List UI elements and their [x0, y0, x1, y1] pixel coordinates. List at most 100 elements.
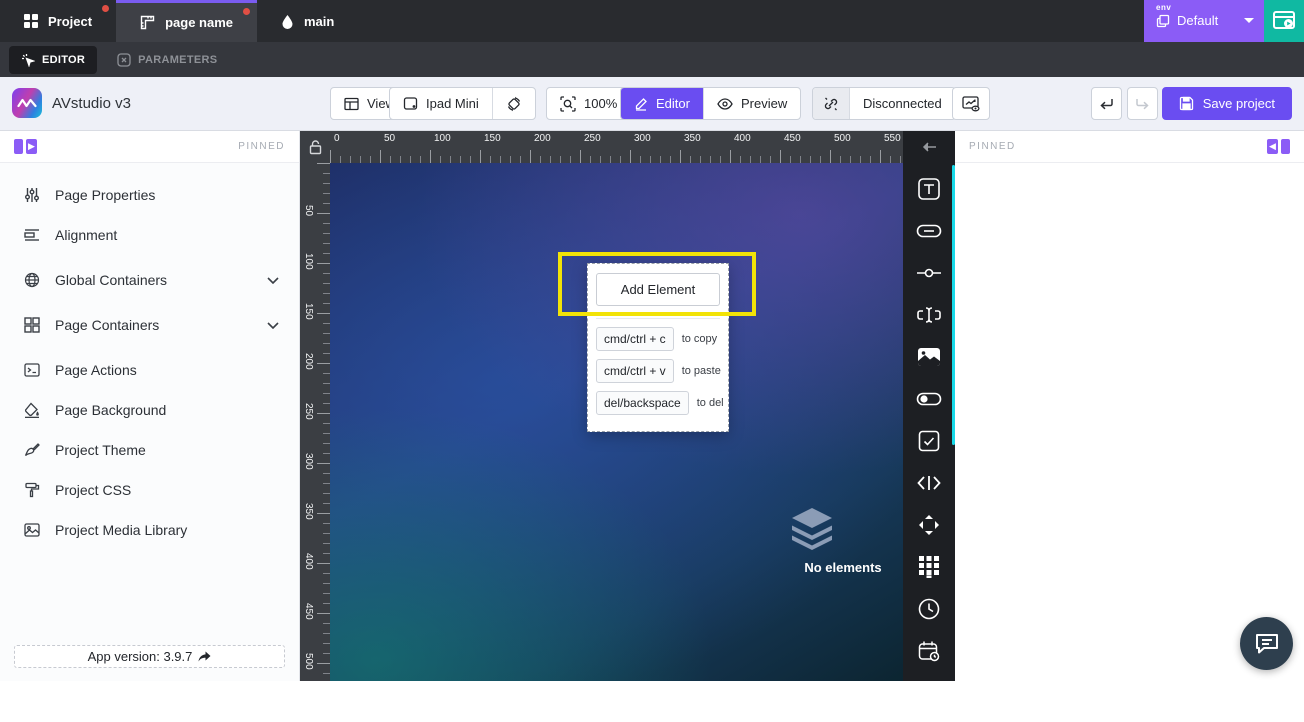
ruler-label: 550: [884, 133, 901, 144]
layers-icon: [787, 508, 837, 550]
ruler-lock-button[interactable]: [300, 131, 330, 163]
left-sidebar: ▶ PINNED Page Properties Alignment Glo: [0, 131, 300, 681]
sidebar-item-label: Page Actions: [55, 362, 137, 378]
window-element-icon[interactable]: [916, 680, 942, 706]
collapse-left-panel-icon[interactable]: ▶: [14, 139, 37, 154]
image-element-icon[interactable]: [916, 344, 942, 370]
code-element-icon[interactable]: [916, 470, 942, 496]
editor-label: Editor: [656, 96, 690, 111]
droplet-icon: [281, 14, 294, 29]
paint-bucket-icon: [23, 402, 40, 418]
save-project-button[interactable]: Save project: [1162, 87, 1292, 120]
slider-element-icon[interactable]: [916, 260, 942, 286]
ruler-label: 250: [584, 133, 601, 144]
horizontal-ruler[interactable]: 0 50 100 150 200 250 300 350 400 450 500…: [330, 131, 903, 163]
save-label: Save project: [1203, 96, 1275, 111]
pencil-icon: [634, 97, 648, 111]
sidebar-item-alignment[interactable]: Alignment: [0, 215, 299, 255]
chevron-down-icon: [267, 277, 279, 284]
app-version-button[interactable]: App version: 3.9.7: [14, 645, 285, 668]
ruler-label: 400: [734, 133, 751, 144]
run-preview-button[interactable]: [1264, 0, 1304, 42]
editor-preview-group: Editor Preview: [620, 87, 801, 120]
tab-label: main: [304, 14, 334, 29]
rotate-device-button[interactable]: [492, 88, 535, 119]
sidebar-menu: Page Properties Alignment Global Contain…: [0, 163, 299, 550]
sidebar-item-global-containers[interactable]: Global Containers: [0, 260, 299, 300]
sidebar-item-label: Page Background: [55, 402, 166, 418]
tab-main[interactable]: main: [257, 0, 358, 42]
connection-status[interactable]: Disconnected: [849, 88, 955, 119]
floppy-disk-icon: [1179, 96, 1194, 111]
input-element-icon[interactable]: [916, 302, 942, 328]
sidebar-item-project-css[interactable]: Project CSS: [0, 470, 299, 510]
keypad-element-icon[interactable]: [916, 554, 942, 580]
ruler-label: 50: [384, 133, 395, 144]
checkbox-element-icon[interactable]: [916, 428, 942, 454]
sidebar-item-page-properties[interactable]: Page Properties: [0, 175, 299, 215]
collapse-right-panel-icon[interactable]: ◀: [1267, 139, 1290, 154]
cursor-click-icon: [21, 53, 35, 67]
undo-button[interactable]: [1091, 87, 1122, 120]
toggle-element-icon[interactable]: [916, 386, 942, 412]
dpad-element-icon[interactable]: [916, 512, 942, 538]
vertical-ruler[interactable]: 50 100 150 200 250 300 350 400 450 500: [300, 163, 330, 681]
element-icons-list: [903, 163, 955, 722]
editor-mode-button[interactable]: EDITOR: [9, 46, 97, 74]
shortcut-keys: cmd/ctrl + v: [596, 359, 674, 383]
tab-project[interactable]: Project: [0, 0, 116, 42]
brush-icon: [23, 442, 40, 458]
ruler-corner-icon: [140, 15, 155, 30]
connection-toggle[interactable]: [813, 88, 849, 119]
button-element-icon[interactable]: [916, 218, 942, 244]
clock-element-icon[interactable]: [916, 596, 942, 622]
paint-roller-icon: [23, 482, 40, 498]
unsaved-dot: [102, 5, 109, 12]
right-panel: PINNED ◀: [955, 131, 1304, 681]
shortcut-keys: cmd/ctrl + c: [596, 327, 674, 351]
sidebar-item-project-theme[interactable]: Project Theme: [0, 430, 299, 470]
tab-page-name[interactable]: page name: [116, 0, 257, 42]
ruler-label: 350: [303, 503, 314, 520]
grid-icon: [23, 317, 40, 333]
ruler-label: 150: [484, 133, 501, 144]
shortcut-keys: del/backspace: [596, 391, 689, 415]
rotate-icon: [506, 96, 522, 112]
sliders-icon: [23, 187, 40, 203]
sidebar-item-page-background[interactable]: Page Background: [0, 390, 299, 430]
chevron-down-icon: [1244, 18, 1254, 23]
sidebar-item-project-media-library[interactable]: Project Media Library: [0, 510, 299, 550]
ruler-label: 400: [303, 553, 314, 570]
sidebar-item-label: Page Properties: [55, 187, 155, 203]
redo-button[interactable]: [1127, 87, 1158, 120]
grid-icon: [24, 14, 38, 28]
app-name: AVstudio v3: [52, 95, 131, 112]
collapse-toolbar-icon[interactable]: [903, 131, 955, 163]
ruler-label: 0: [334, 133, 340, 144]
zoom-control[interactable]: 100%: [546, 87, 631, 120]
device-selector[interactable]: Ipad Mini: [390, 88, 492, 119]
design-canvas[interactable]: Add Element cmd/ctrl + c to copy cmd/ctr…: [330, 163, 903, 681]
parameters-mode-button[interactable]: PARAMETERS: [117, 53, 217, 67]
right-panel-header: PINNED ◀: [955, 131, 1304, 163]
pinned-label: PINNED: [238, 141, 285, 152]
align-icon: [23, 228, 40, 242]
mode-bar: EDITOR PARAMETERS: [0, 42, 1304, 77]
ruler-label: 450: [303, 603, 314, 620]
text-element-icon[interactable]: [916, 176, 942, 202]
environment-selector[interactable]: env Default: [1144, 0, 1264, 42]
image-icon: [23, 523, 40, 537]
add-element-button[interactable]: Add Element: [596, 273, 720, 306]
preview-tab[interactable]: Preview: [703, 88, 800, 119]
device-label: Ipad Mini: [426, 96, 479, 111]
editor-tab[interactable]: Editor: [621, 88, 703, 119]
calendar-element-icon[interactable]: [916, 638, 942, 664]
shortcut-action: to copy: [682, 333, 717, 345]
sidebar-item-page-actions[interactable]: Page Actions: [0, 350, 299, 390]
preview-label: Preview: [741, 96, 787, 111]
chat-icon: [1254, 632, 1280, 656]
chat-support-button[interactable]: [1240, 617, 1293, 670]
sidebar-item-page-containers[interactable]: Page Containers: [0, 305, 299, 345]
ruler-label: 350: [684, 133, 701, 144]
monitor-button[interactable]: [952, 87, 990, 120]
